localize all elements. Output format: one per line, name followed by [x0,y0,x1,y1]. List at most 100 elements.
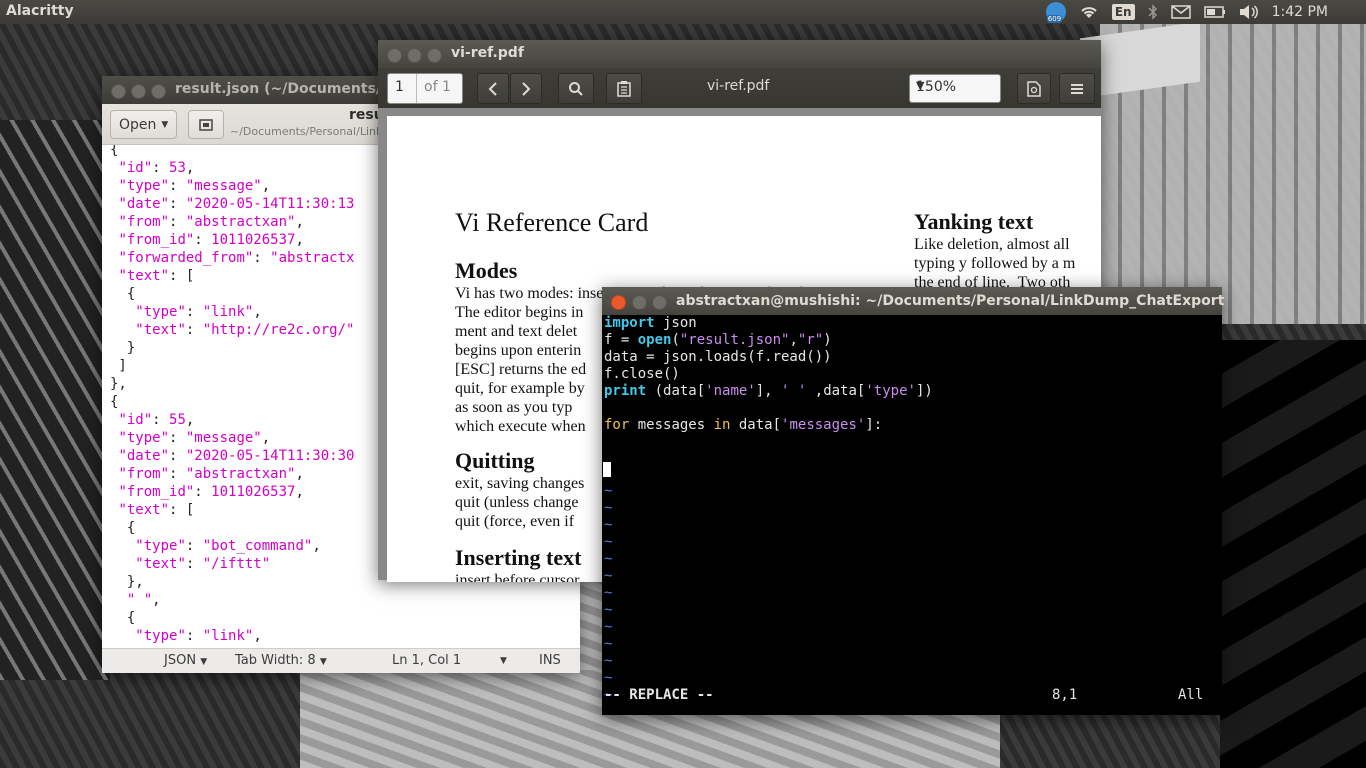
code-line: { [110,610,136,626]
window-title: result.json (~/Documents/Pe [175,81,401,97]
code-line: print (data['name'], ' ' ,data['type']) [604,383,933,400]
code-line: data = json.loads(f.read()) [604,349,832,365]
wallpaper-railing [0,120,110,680]
gedit-statusbar: JSON ▼ Tab Width: 8 ▼ Ln 1, Col 1 ▼ INS [102,648,580,673]
empty-line-tilde: ~ [604,551,613,567]
text-cursor [603,462,611,477]
battery-icon[interactable] [1203,6,1226,18]
next-page-button[interactable] [510,73,542,104]
top-panel: Alacritty 609 En 1:42 PM [0,0,1366,24]
code-text: messages [629,417,714,433]
close-button[interactable] [387,48,402,63]
tab-width-label: Tab Width: 8 [235,653,316,668]
code-text: (data[ [646,383,706,399]
empty-line-tilde: ~ [604,568,613,584]
pdf-heading-yanking: Yanking text [914,209,1034,234]
code-text: ( [671,332,680,348]
empty-line-tilde: ~ [604,517,613,533]
empty-line-tilde: ~ [604,636,613,652]
chevron-down-icon[interactable]: ▼ [500,656,507,666]
terminal-window: abstractxan@mushishi: ~/Documents/Person… [602,287,1225,715]
search-icon [569,81,583,96]
code-text: ) [823,332,832,348]
empty-line-tilde: ~ [604,653,613,669]
pdf-heading-quitting: Quitting [455,448,535,473]
system-tray: 609 En 1:42 PM [1033,0,1366,24]
search-button[interactable] [558,73,594,104]
empty-line-tilde: ~ [604,585,613,601]
divider [416,74,417,103]
document-properties-button[interactable] [1017,73,1051,104]
minimize-button[interactable] [632,295,647,310]
chevron-down-icon: ▼ [200,657,208,667]
window-title: abstractxan@mushishi: ~/Documents/Person… [676,293,1225,309]
empty-line-tilde: ~ [604,534,613,550]
window-title: vi-ref.pdf [451,45,524,61]
language-selector[interactable]: JSON ▼ [164,653,207,668]
bluetooth-icon[interactable] [1148,4,1158,20]
new-document-button[interactable] [188,110,224,139]
insert-mode: INS [539,653,561,668]
update-badge-icon[interactable]: 609 [1045,2,1066,23]
mail-icon[interactable] [1170,5,1191,19]
keyboard-layout-indicator[interactable]: En [1111,4,1135,20]
string: ' ' [781,383,807,399]
builtin: print [604,383,647,399]
cursor-position[interactable]: Ln 1, Col 1 [392,653,461,668]
code-line: f = open("result.json","r") [604,332,832,349]
code-line: " ", [126,592,161,608]
code-line: import json [604,315,697,332]
maximize-button[interactable] [427,48,442,63]
new-document-icon [199,118,213,131]
page-total: of 1 [424,79,451,95]
keyword: import [604,315,655,331]
notification-count: 609 [1046,15,1063,23]
code-text: ]: [865,417,883,433]
annotations-icon [617,80,631,97]
wifi-icon[interactable] [1079,4,1099,20]
sidebar-toggle-button[interactable] [606,73,642,104]
clock[interactable]: 1:42 PM [1272,4,1328,20]
evince-titlebar[interactable]: vi-ref.pdf [378,40,1101,68]
pdf-inserting-text: insert before cursor [455,572,580,582]
tab-width-selector[interactable]: Tab Width: 8 ▼ [235,653,327,668]
code-text: ,data[ [806,383,866,399]
close-button[interactable] [111,84,126,99]
evince-toolbar: 1 of 1 vi-ref.pdf 150% ▼ [378,68,1101,108]
maximize-button[interactable] [652,295,667,310]
chevron-down-icon: ▼ [916,79,925,92]
code-text: ]) [915,383,933,399]
pdf-heading-modes: Modes [455,258,518,283]
zoom-selector[interactable]: 150% ▼ [909,74,1001,103]
string: 'type' [865,383,916,399]
chevron-down-icon: ▼ [319,657,327,667]
code-text: json [654,315,697,331]
menu-button[interactable] [1059,73,1095,104]
empty-line-tilde: ~ [604,670,613,686]
chevron-down-icon: ▼ [161,119,169,130]
document-path: ~/Documents/Personal/Link [230,125,383,138]
active-app-title[interactable]: Alacritty [6,3,74,19]
previous-page-button[interactable] [477,73,509,104]
page-current[interactable]: 1 [395,79,404,95]
volume-icon[interactable] [1239,4,1259,20]
open-button[interactable]: Open ▼ [110,110,178,139]
empty-line-tilde: ~ [604,619,613,635]
pdf-title: Vi Reference Card [455,208,649,237]
page-number-field[interactable]: 1 of 1 [387,73,463,104]
vim-scroll-position: All [1178,687,1204,703]
minimize-button[interactable] [407,48,422,63]
empty-line-tilde: ~ [604,602,613,618]
code-text: , [789,332,798,348]
string: 'messages' [781,417,866,433]
close-button[interactable] [611,295,626,310]
document-search-icon [1027,80,1041,97]
terminal-titlebar[interactable]: abstractxan@mushishi: ~/Documents/Person… [602,287,1225,315]
open-button-label: Open [119,116,157,133]
code-text: ], [755,383,782,399]
minimize-button[interactable] [131,84,146,99]
code-line: "type": "link", [135,628,262,644]
maximize-button[interactable] [151,84,166,99]
string: 'name' [705,383,756,399]
vim-editor[interactable]: import json f = open("result.json","r") … [602,315,1222,715]
